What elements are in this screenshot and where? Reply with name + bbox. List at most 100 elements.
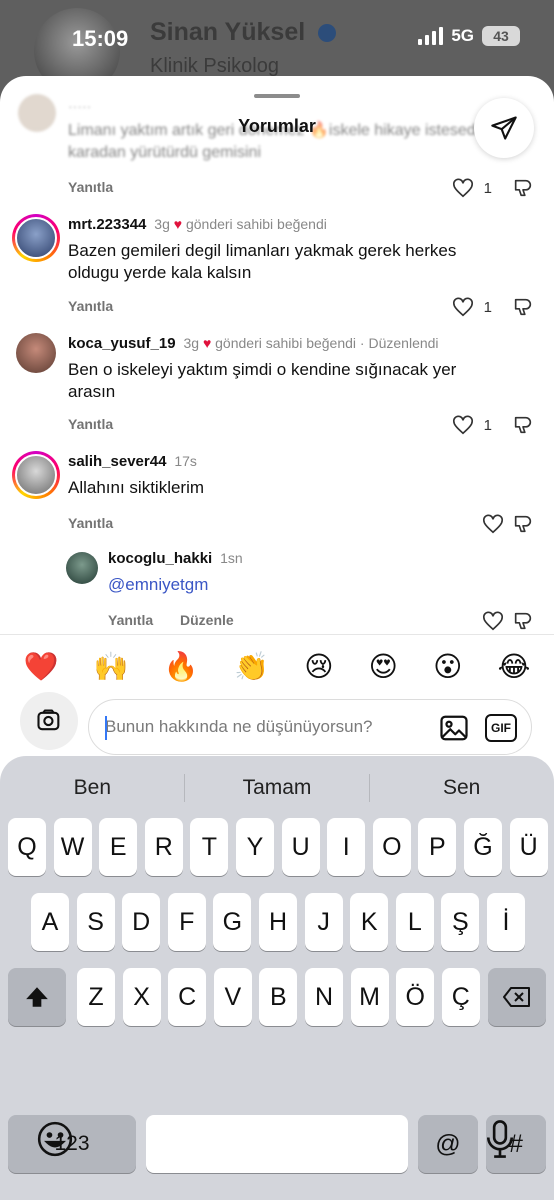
dislike-icon[interactable] [512,177,534,199]
at-key[interactable]: @ [418,1115,478,1173]
key-o[interactable]: O [372,818,411,876]
heart-icon[interactable] [452,296,474,318]
comment-actions: Yanıtla [0,510,554,540]
avatar[interactable] [12,451,60,499]
reply-button[interactable]: Yanıtla [68,298,113,314]
key-g[interactable]: G [213,893,252,951]
key-a[interactable]: A [31,893,69,951]
key-f[interactable]: F [167,893,206,951]
reply-button[interactable]: Yanıtla [68,515,113,531]
heart-icon[interactable] [452,414,474,436]
key-z[interactable]: Z [77,968,115,1026]
edit-button[interactable]: Düzenle [180,612,234,628]
key-u[interactable]: U [281,818,320,876]
background-profile-name: Sinan Yüksel [150,18,306,46]
shift-key[interactable] [8,968,66,1026]
camera-button[interactable] [20,692,78,750]
comment-time: 3g [154,216,170,232]
dislike-icon[interactable] [512,296,534,318]
dislike-icon[interactable] [512,414,534,436]
emoji-laughing-button[interactable]: 😂 [498,650,531,683]
comment-input[interactable] [105,700,425,754]
image-icon[interactable] [439,714,469,742]
key-b[interactable]: B [259,968,298,1026]
key-x[interactable]: X [122,968,161,1026]
key-e[interactable]: E [99,818,138,876]
owner-liked-label: gönderi sahibi beğendi [215,335,357,351]
key-q[interactable]: Q [8,818,46,876]
emoji-heart-eyes-button[interactable]: 😍 [369,650,398,683]
emoji-surprised-button[interactable]: 😮 [433,650,462,683]
like-count: 1 [483,299,492,316]
key-w[interactable]: W [53,818,92,876]
owner-liked-label: gönderi sahibi beğendi [185,216,327,232]
comment-username[interactable]: kocoglu_hakki [108,550,212,567]
comment-text: Allahını siktiklerim [68,478,205,497]
key-s[interactable]: S [76,893,115,951]
key-k[interactable]: K [350,893,389,951]
keyboard: Ben Tamam Sen 123 @ # QWERTYUIOPĞÜASDFGH… [0,756,554,1200]
comment-meta: kocoglu_hakki 1sn [108,550,243,567]
key-d[interactable]: D [122,893,161,951]
key-ğ[interactable]: Ğ [464,818,502,876]
comment-username[interactable]: salih_sever44 [68,453,166,470]
gif-label: GIF [491,721,511,735]
key-j[interactable]: J [304,893,343,951]
owner-heart-icon: ♥ [173,216,183,232]
mention-link[interactable]: @emniyetgm [108,574,548,596]
comment-username[interactable]: mrt.223344 [68,216,146,233]
microphone-icon[interactable] [484,1120,516,1158]
key-l[interactable]: L [395,893,434,951]
comment-actions: Yanıtla 1 [0,293,554,323]
heart-icon[interactable] [482,610,504,632]
key-i̇[interactable]: İ [487,893,525,951]
avatar[interactable] [16,333,56,373]
key-v[interactable]: V [213,968,252,1026]
quick-emoji-bar: ❤️ 🙌 🔥 👏 😢 😍 😮 😂 [0,642,554,690]
dislike-icon[interactable] [512,513,534,535]
dislike-icon[interactable] [512,610,534,632]
comment-meta: salih_sever44 17s [68,453,197,470]
key-m[interactable]: M [350,968,389,1026]
verified-badge-icon [318,24,336,42]
key-t[interactable]: T [190,818,229,876]
comment-text: Bazen gemileri degil limanları yakmak ge… [68,241,457,282]
gif-button[interactable]: GIF [485,714,517,742]
status-indicators: 5G 43 [418,26,520,46]
key-i[interactable]: I [327,818,366,876]
key-r[interactable]: R [144,818,183,876]
backspace-key[interactable] [488,968,546,1026]
key-c[interactable]: C [168,968,207,1026]
emoji-keyboard-icon[interactable] [36,1120,74,1158]
like-count: 1 [483,180,492,197]
suggestion-item[interactable]: Tamam [185,770,370,806]
key-ş[interactable]: Ş [441,893,480,951]
emoji-crying-button[interactable]: 😢 [304,650,333,683]
space-key[interactable] [146,1115,408,1173]
reply-button[interactable]: Yanıtla [68,179,113,195]
suggestion-item[interactable]: Sen [369,770,554,806]
key-ç[interactable]: Ç [441,968,480,1026]
emoji-fire-button[interactable]: 🔥 [164,650,199,683]
key-ö[interactable]: Ö [396,968,435,1026]
key-n[interactable]: N [305,968,343,1026]
reply-button[interactable]: Yanıtla [68,416,113,432]
suggestion-item[interactable]: Ben [0,770,185,806]
key-p[interactable]: P [418,818,457,876]
reply-button[interactable]: Yanıtla [108,612,153,628]
key-ü[interactable]: Ü [509,818,548,876]
emoji-clap-button[interactable]: 👏 [234,650,269,683]
heart-icon[interactable] [482,513,504,535]
comment-meta: koca_yusuf_19 3g ♥ gönderi sahibi beğend… [68,335,439,352]
share-button[interactable] [474,98,534,158]
avatar[interactable] [66,552,98,584]
key-h[interactable]: H [259,893,297,951]
emoji-raised-hands-button[interactable]: 🙌 [94,650,129,683]
emoji-heart-button[interactable]: ❤️ [24,650,59,683]
key-y[interactable]: Y [236,818,274,876]
heart-icon[interactable] [452,177,474,199]
status-time: 15:09 [72,26,129,51]
divider [369,774,370,802]
comment-username[interactable]: koca_yusuf_19 [68,335,176,352]
avatar[interactable] [12,214,60,262]
